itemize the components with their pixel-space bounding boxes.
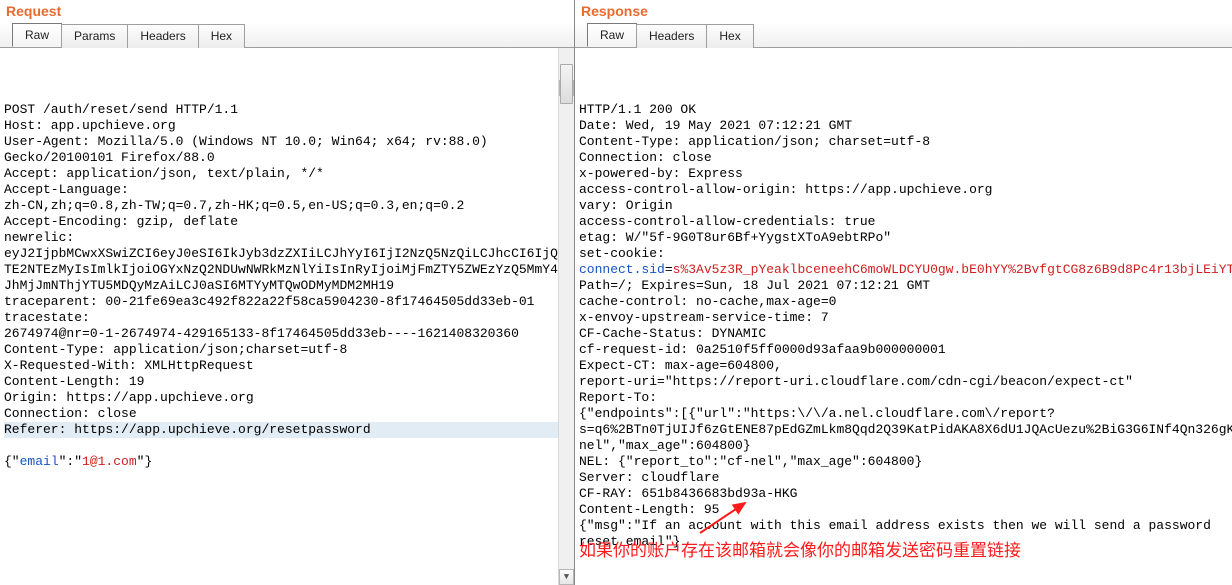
response-line: etag: W/"5f-9G0T8ur6Bf+YygstXToA9ebtRPo" [579, 230, 1228, 246]
request-line: Accept-Encoding: gzip, deflate [4, 214, 570, 230]
response-line: Content-Type: application/json; charset=… [579, 134, 1228, 150]
request-line: Host: app.upchieve.org [4, 118, 570, 134]
response-line: cache-control: no-cache,max-age=0 [579, 294, 1228, 310]
tab-headers[interactable]: Headers [127, 24, 198, 48]
response-line: NEL: {"report_to":"cf-nel","max_age":604… [579, 454, 1228, 470]
response-line: report-uri="https://report-uri.cloudflar… [579, 374, 1228, 390]
request-line: zh-CN,zh;q=0.8,zh-TW;q=0.7,zh-HK;q=0.5,e… [4, 198, 570, 214]
request-raw-content[interactable]: POST /auth/reset/send HTTP/1.1Host: app.… [0, 48, 574, 585]
response-line: access-control-allow-credentials: true [579, 214, 1228, 230]
request-line: Connection: close [4, 406, 570, 422]
response-line: CF-RAY: 651b8436683bd93a-HKG [579, 486, 1228, 502]
scroll-thumb[interactable] [560, 64, 573, 104]
response-line: Report-To: [579, 390, 1228, 406]
request-panel: Request Raw Params Headers Hex POST /aut… [0, 0, 575, 585]
response-set-cookie-line: connect.sid=s%3Av5z3R_pYeaklbceneehC6moW… [579, 262, 1228, 294]
response-line: Date: Wed, 19 May 2021 07:12:21 GMT [579, 118, 1228, 134]
request-line: 2674974@nr=0-1-2674974-429165133-8f17464… [4, 326, 570, 342]
request-line: User-Agent: Mozilla/5.0 (Windows NT 10.0… [4, 134, 570, 150]
tab-raw[interactable]: Raw [12, 23, 62, 47]
tab-hex[interactable]: Hex [198, 24, 245, 48]
response-line: Server: cloudflare [579, 470, 1228, 486]
response-panel: Response Raw Headers Hex HTTP/1.1 200 OK… [575, 0, 1232, 585]
response-line: x-envoy-upstream-service-time: 7 [579, 310, 1228, 326]
tab-params[interactable]: Params [61, 24, 128, 48]
response-line: {"endpoints":[{"url":"https:\/\/a.nel.cl… [579, 406, 1228, 454]
response-line: access-control-allow-origin: https://app… [579, 182, 1228, 198]
request-scrollbar[interactable]: ▲ ▼ [558, 48, 574, 585]
request-tabs: Raw Params Headers Hex [0, 23, 574, 48]
request-line: traceparent: 00-21fe69ea3c492f822a22f58c… [4, 294, 570, 310]
blank-line [4, 438, 570, 454]
request-line: X-Requested-With: XMLHttpRequest [4, 358, 570, 374]
response-title: Response [575, 0, 1232, 23]
response-line: set-cookie: [579, 246, 1228, 262]
scroll-down-icon[interactable]: ▼ [559, 569, 574, 585]
request-line: tracestate: [4, 310, 570, 326]
request-referer-line: Referer: https://app.upchieve.org/resetp… [4, 422, 570, 438]
request-line: TE2NTEzMyIsImlkIjoiOGYxNzQ2NDUwNWRkMzNlY… [4, 262, 570, 278]
request-body-line: {"email":"1@1.com"} [4, 454, 570, 470]
response-line: vary: Origin [579, 198, 1228, 214]
response-line: Connection: close [579, 150, 1228, 166]
response-line: CF-Cache-Status: DYNAMIC [579, 326, 1228, 342]
request-line: Content-Type: application/json;charset=u… [4, 342, 570, 358]
request-line: Accept-Language: [4, 182, 570, 198]
request-line: eyJ2IjpbMCwxXSwiZCI6eyJ0eSI6IkJyb3dzZXIi… [4, 246, 570, 262]
response-tabs: Raw Headers Hex [575, 23, 1232, 48]
request-line: Content-Length: 19 [4, 374, 570, 390]
response-line: cf-request-id: 0a2510f5ff0000d93afaa9b00… [579, 342, 1228, 358]
response-raw-content[interactable]: HTTP/1.1 200 OKDate: Wed, 19 May 2021 07… [575, 48, 1232, 585]
tab-hex[interactable]: Hex [706, 24, 753, 48]
response-line: x-powered-by: Express [579, 166, 1228, 182]
response-annotation: 如果你的账户存在该邮箱就会像你的邮箱发送密码重置链接 [579, 543, 1021, 559]
tab-headers[interactable]: Headers [636, 24, 707, 48]
response-line: Content-Length: 95 [579, 502, 1228, 518]
request-line: POST /auth/reset/send HTTP/1.1 [4, 102, 570, 118]
response-line: Expect-CT: max-age=604800, [579, 358, 1228, 374]
response-line: HTTP/1.1 200 OK [579, 102, 1228, 118]
request-line: Origin: https://app.upchieve.org [4, 390, 570, 406]
request-line: Gecko/20100101 Firefox/88.0 [4, 150, 570, 166]
request-line: Accept: application/json, text/plain, */… [4, 166, 570, 182]
request-title: Request [0, 0, 574, 23]
request-line: JhMjJmNThjYTU5MDQyMzAiLCJ0aSI6MTYyMTQwOD… [4, 278, 570, 294]
tab-raw[interactable]: Raw [587, 23, 637, 47]
request-line: newrelic: [4, 230, 570, 246]
